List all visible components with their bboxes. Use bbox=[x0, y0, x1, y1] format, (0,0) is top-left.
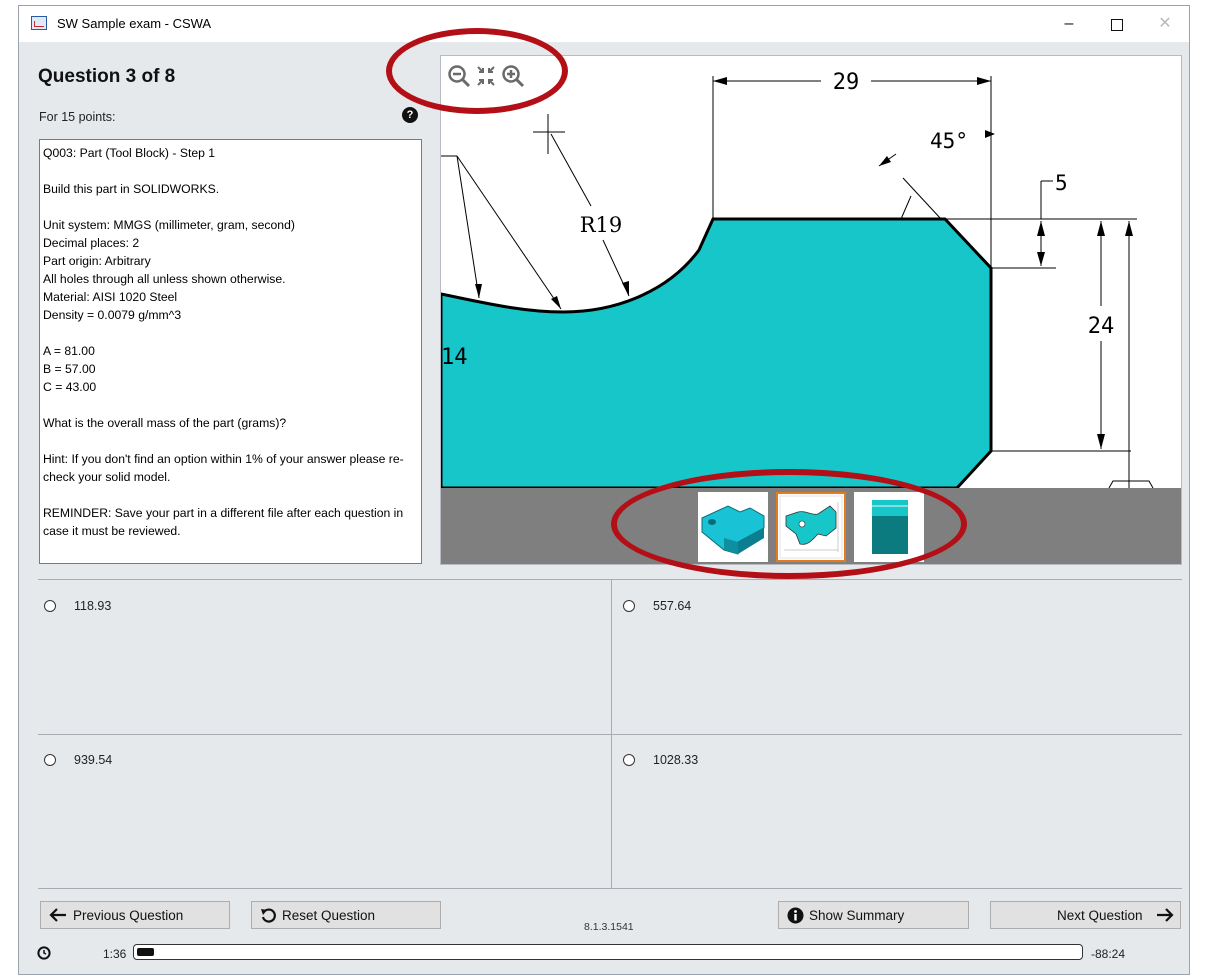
time-progress-fill bbox=[137, 948, 154, 956]
part-profile bbox=[441, 217, 993, 488]
previous-question-label: Previous Question bbox=[73, 908, 184, 923]
dim-width-top: 29 bbox=[833, 70, 860, 95]
dim-radius: R19 bbox=[580, 213, 623, 237]
answer-label: 557.64 bbox=[653, 599, 692, 613]
maximize-button[interactable] bbox=[1097, 11, 1137, 37]
question-text-box[interactable]: Q003: Part (Tool Block) - Step 1 Build t… bbox=[39, 139, 422, 564]
answer-label: 1028.33 bbox=[653, 753, 699, 767]
maximize-icon bbox=[1111, 19, 1123, 31]
question-heading: Question 3 of 8 bbox=[38, 66, 176, 87]
answer-label: 118.93 bbox=[74, 599, 112, 613]
show-summary-label: Show Summary bbox=[809, 908, 905, 923]
previous-question-button[interactable]: Previous Question bbox=[40, 901, 230, 929]
elapsed-time: 1:36 bbox=[103, 947, 127, 961]
answer-label: 939.54 bbox=[74, 753, 113, 767]
info-icon bbox=[787, 907, 804, 924]
points-label: For 15 points: bbox=[39, 110, 116, 124]
part-drawing: 29 45° 5 24 R19 14 bbox=[441, 70, 1154, 488]
clock-icon bbox=[37, 946, 51, 960]
next-question-label: Next Question bbox=[1057, 908, 1143, 923]
answer-divider-horizontal bbox=[38, 734, 1182, 735]
app-icon bbox=[31, 16, 47, 30]
next-question-button[interactable]: Next Question bbox=[990, 901, 1181, 929]
undo-icon bbox=[261, 908, 276, 923]
radio-button[interactable] bbox=[44, 754, 56, 766]
window-title: SW Sample exam - CSWA bbox=[57, 16, 212, 31]
arrow-right-icon bbox=[1157, 908, 1174, 922]
version-label: 8.1.3.1541 bbox=[584, 921, 634, 933]
dim-height-right: 24 bbox=[1088, 314, 1115, 339]
dim-angle: 45° bbox=[930, 129, 968, 153]
highlight-ring-zoom-controls bbox=[386, 28, 568, 114]
help-icon[interactable]: ? bbox=[402, 107, 418, 123]
reset-question-button[interactable]: Reset Question bbox=[251, 901, 441, 929]
title-bar: SW Sample exam - CSWA – ✕ bbox=[19, 6, 1189, 42]
minimize-button[interactable]: – bbox=[1049, 11, 1089, 37]
time-progress-bar bbox=[133, 944, 1083, 960]
radio-button[interactable] bbox=[44, 600, 56, 612]
highlight-ring-thumbnails bbox=[611, 469, 967, 579]
close-button[interactable]: ✕ bbox=[1145, 11, 1185, 37]
dim-chamfer: 5 bbox=[1055, 171, 1068, 195]
answer-grid: 118.93 557.64 939.54 1028.33 bbox=[38, 579, 1182, 889]
dim-partial-left: 14 bbox=[441, 345, 468, 370]
arrow-left-icon bbox=[49, 908, 66, 922]
show-summary-button[interactable]: Show Summary bbox=[778, 901, 969, 929]
radio-button[interactable] bbox=[623, 600, 635, 612]
exam-window: SW Sample exam - CSWA – ✕ Question 3 of … bbox=[18, 5, 1190, 975]
remaining-time: -88:24 bbox=[1091, 947, 1126, 961]
reset-question-label: Reset Question bbox=[282, 908, 376, 923]
radio-button[interactable] bbox=[623, 754, 635, 766]
